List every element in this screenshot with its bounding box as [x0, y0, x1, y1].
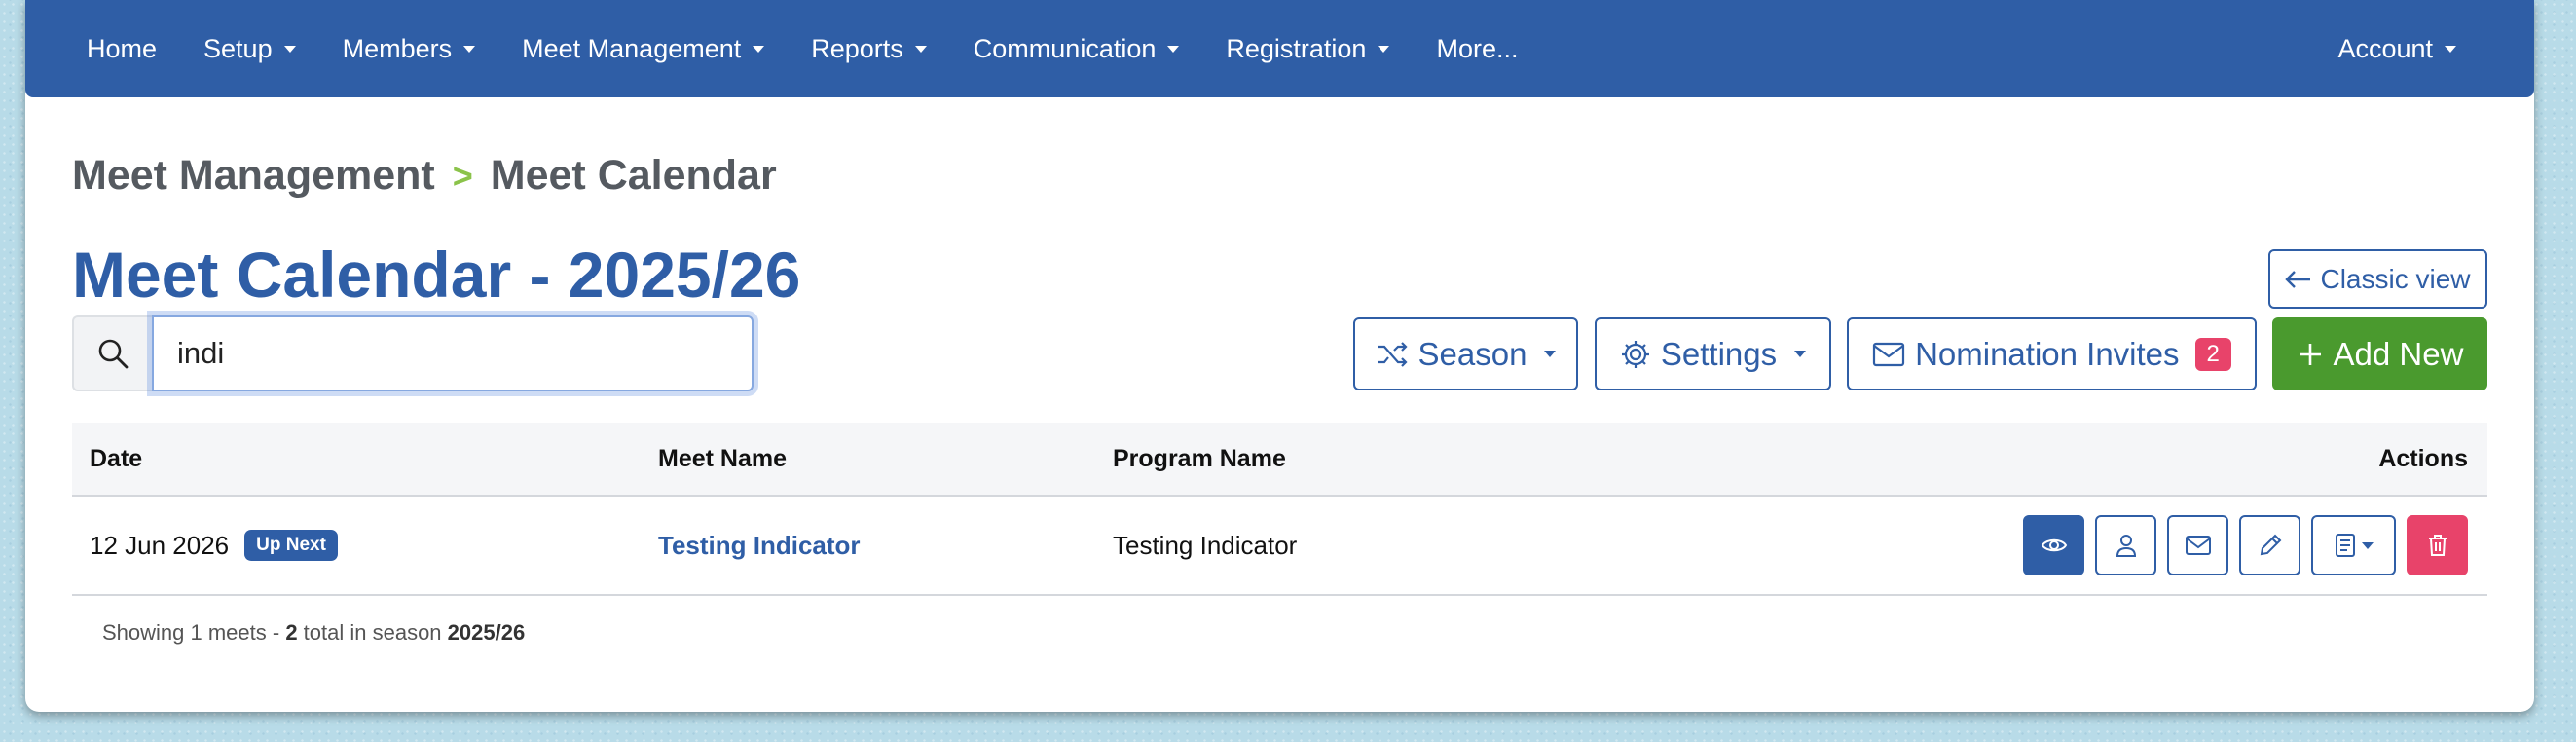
caret-down-icon: [1794, 351, 1807, 357]
table-row: 12 Jun 2026 Up Next Testing Indicator Te…: [72, 497, 2487, 596]
nav-registration[interactable]: Registration: [1226, 33, 1390, 64]
search-group: [72, 315, 754, 391]
nav-communication[interactable]: Communication: [974, 34, 1180, 64]
summary-total: 2: [285, 620, 298, 645]
nav-home[interactable]: Home: [87, 34, 157, 64]
nav-setup[interactable]: Setup: [203, 34, 296, 64]
breadcrumb-current: Meet Calendar: [490, 152, 777, 199]
season-dropdown[interactable]: Season: [1353, 317, 1578, 390]
settings-dropdown[interactable]: Settings: [1595, 317, 1831, 390]
caret-down-icon: [753, 45, 765, 53]
search-icon-addon: [72, 315, 152, 391]
nav-members[interactable]: Members: [343, 34, 476, 64]
nav-reports[interactable]: Reports: [811, 34, 927, 64]
caret-down-icon: [283, 45, 296, 53]
nav-communication-label: Communication: [973, 33, 1157, 63]
plus-icon: [2299, 343, 2321, 365]
row-date: 12 Jun 2026: [90, 530, 230, 560]
nav-account[interactable]: Account: [2337, 0, 2456, 97]
classic-view-button[interactable]: Classic view: [2268, 249, 2487, 309]
add-new-button[interactable]: Add New: [2272, 317, 2487, 390]
summary-middle: total in season: [297, 620, 448, 645]
nav-account-label: Account: [2337, 33, 2433, 63]
table-header: Date Meet Name Program Name Actions: [72, 423, 2487, 497]
arrow-left-icon: [2285, 270, 2311, 288]
shuffle-icon: [1377, 341, 1408, 367]
top-navbar: Home Setup Members Meet Management Repor…: [25, 0, 2534, 97]
document-icon: [2335, 534, 2355, 557]
report-dropdown-button[interactable]: [2311, 515, 2396, 575]
trash-icon: [2428, 535, 2447, 556]
classic-view-label: Classic view: [2320, 263, 2471, 294]
settings-label: Settings: [1660, 335, 1778, 372]
person-icon: [2116, 535, 2136, 557]
view-button[interactable]: [2023, 515, 2084, 575]
attendees-button[interactable]: [2095, 515, 2156, 575]
envelope-icon: [2185, 536, 2211, 555]
pencil-icon: [2260, 534, 2281, 556]
caret-down-icon: [1378, 45, 1390, 53]
caret-down-icon: [463, 45, 476, 53]
edit-button[interactable]: [2239, 515, 2300, 575]
header-actions: Actions: [2378, 444, 2468, 472]
summary-prefix: Showing 1 meets -: [102, 620, 286, 645]
nomination-invites-label: Nomination Invites: [1915, 335, 2180, 372]
summary-season: 2025/26: [447, 620, 526, 645]
nav-members-label: Members: [342, 33, 453, 63]
meets-count-summary: Showing 1 meets - 2 total in season 2025…: [102, 620, 525, 646]
meet-name-link[interactable]: Testing Indicator: [658, 531, 861, 560]
nav-setup-label: Setup: [203, 33, 273, 63]
breadcrumb-separator: >: [452, 155, 473, 196]
search-icon: [98, 339, 129, 369]
search-input[interactable]: [152, 315, 754, 391]
caret-down-icon: [914, 45, 927, 53]
nav-more-label: More...: [1436, 33, 1519, 63]
delete-button[interactable]: [2407, 515, 2468, 575]
header-meet-name: Meet Name: [658, 444, 787, 472]
envelope-icon: [1872, 342, 1905, 366]
header-date: Date: [90, 444, 143, 472]
caret-down-icon: [2361, 541, 2374, 549]
breadcrumb: Meet Management > Meet Calendar: [72, 152, 777, 200]
nav-meet-management[interactable]: Meet Management: [522, 33, 765, 64]
header-program-name: Program Name: [1113, 444, 1286, 472]
meets-table: Date Meet Name Program Name Actions 12 J…: [72, 423, 2487, 596]
caret-down-icon: [1544, 351, 1557, 357]
add-new-label: Add New: [2333, 335, 2464, 372]
breadcrumb-parent[interactable]: Meet Management: [72, 152, 435, 200]
season-label: Season: [1417, 335, 1527, 372]
row-date-cell: 12 Jun 2026 Up Next: [72, 530, 658, 561]
row-program-name: Testing Indicator: [1113, 530, 1298, 560]
nav-reports-label: Reports: [811, 33, 903, 63]
nav-more[interactable]: More...: [1436, 34, 1518, 64]
row-actions: [1892, 515, 2487, 575]
up-next-badge: Up Next: [244, 530, 338, 561]
email-button[interactable]: [2167, 515, 2228, 575]
gear-icon: [1621, 340, 1649, 368]
nav-meet-management-label: Meet Management: [522, 33, 742, 63]
page-title: Meet Calendar - 2025/26: [72, 239, 801, 311]
eye-icon: [2041, 538, 2067, 552]
nav-registration-label: Registration: [1226, 33, 1367, 63]
nomination-invites-button[interactable]: Nomination Invites 2: [1847, 317, 2257, 390]
caret-down-icon: [2445, 45, 2456, 53]
nav-home-label: Home: [87, 33, 158, 63]
nomination-count-badge: 2: [2194, 337, 2231, 371]
caret-down-icon: [1167, 45, 1180, 53]
row-meet-name-cell: Testing Indicator: [658, 531, 1113, 561]
